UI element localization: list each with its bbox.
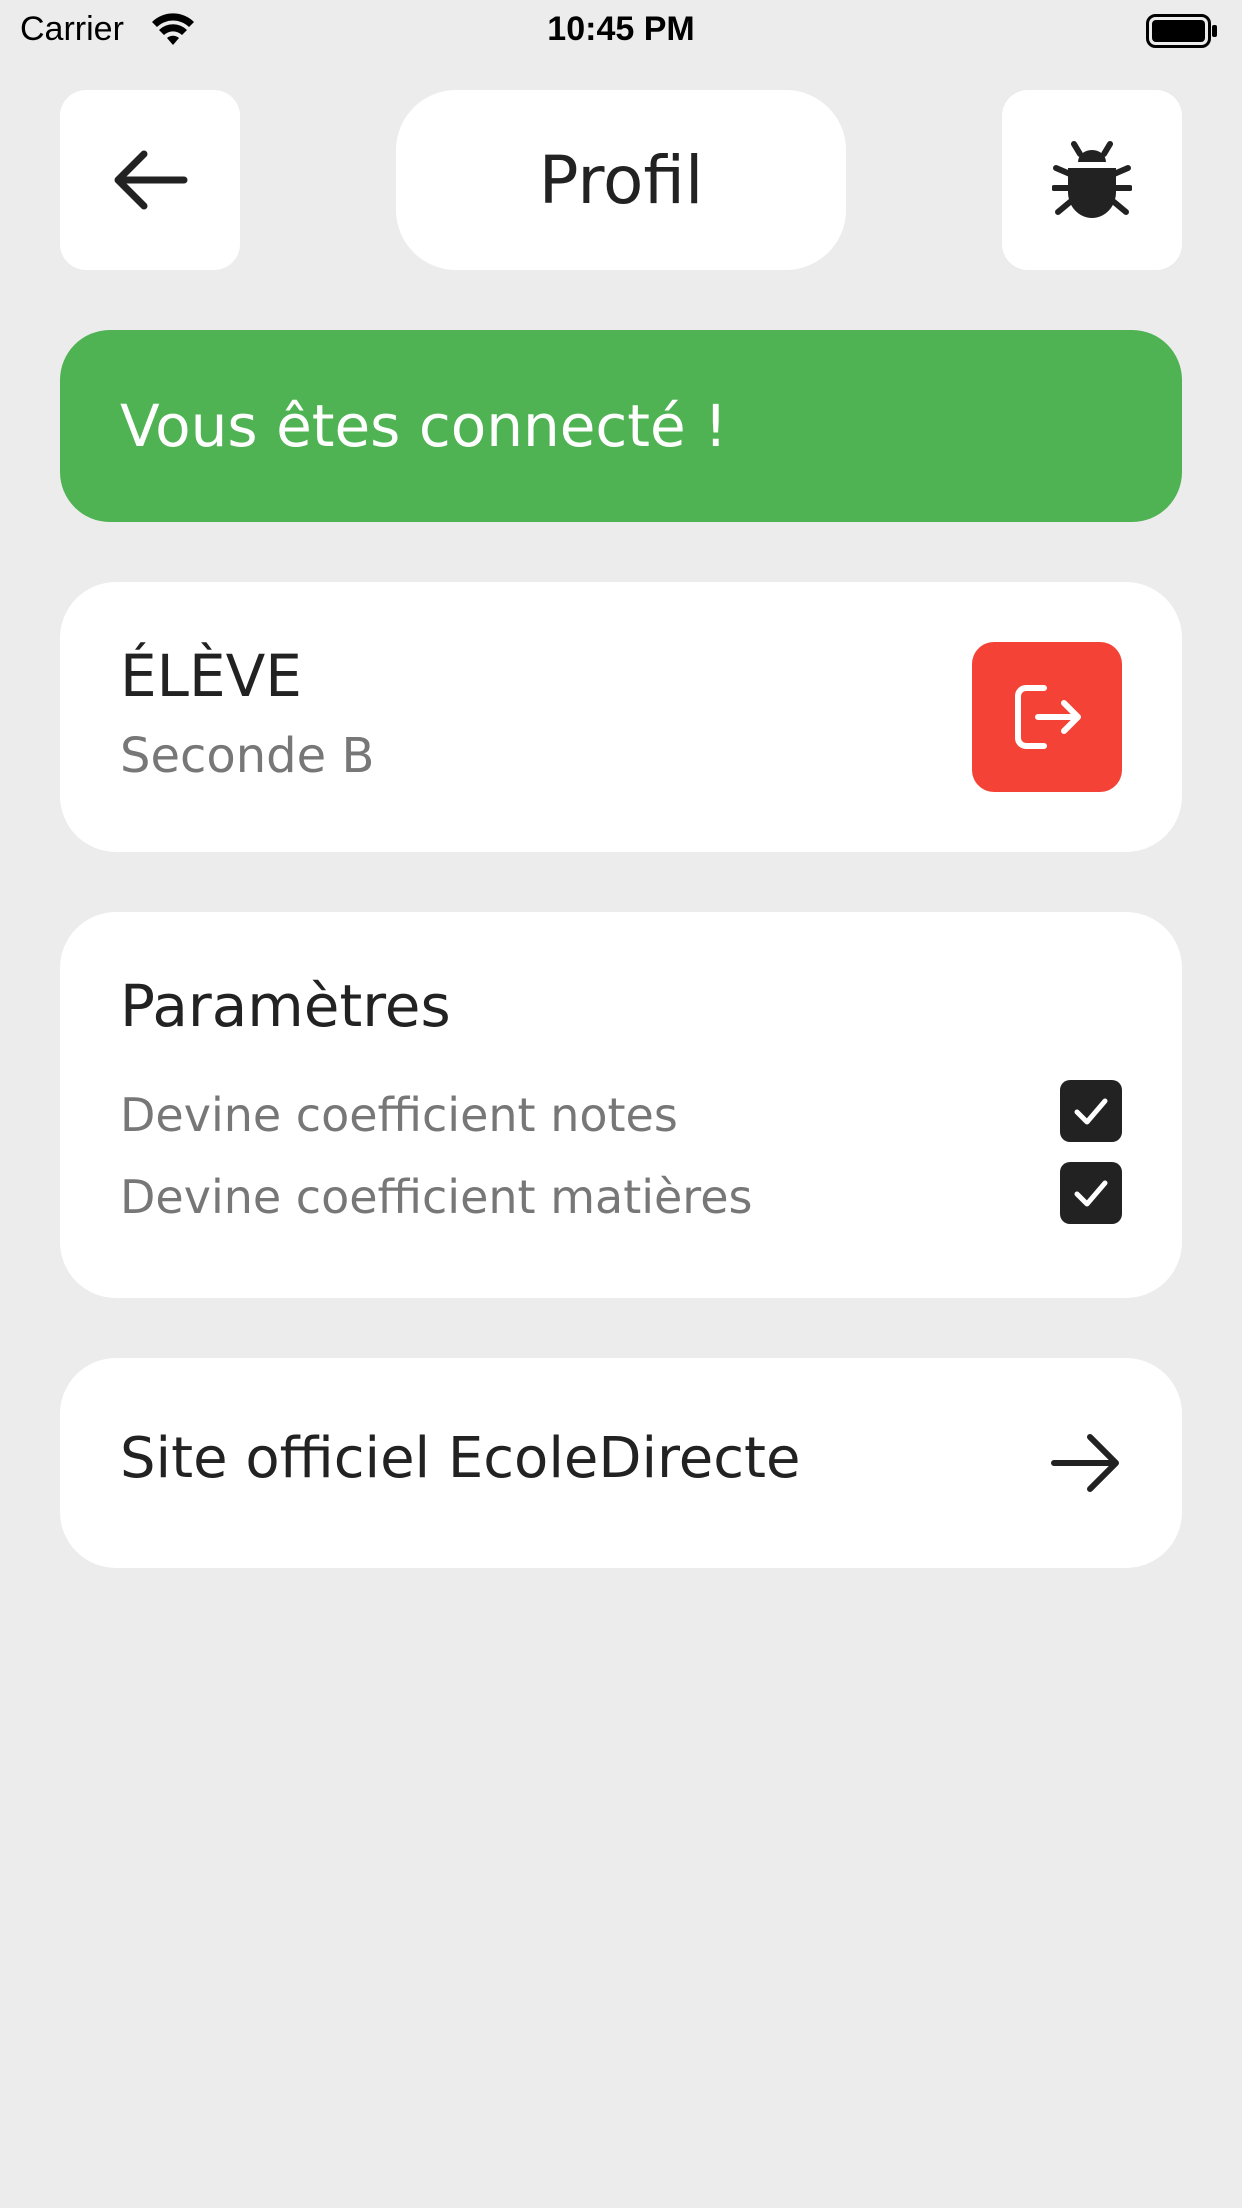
status-bar: Carrier 10:45 PM xyxy=(0,0,1242,60)
student-class-label: Seconde B xyxy=(120,728,375,784)
battery-icon xyxy=(1146,14,1217,48)
arrow-left-icon xyxy=(114,150,188,210)
debug-button[interactable] xyxy=(1002,90,1182,270)
connection-status-banner: Vous êtes connecté ! xyxy=(60,330,1182,522)
checkmark-icon xyxy=(1074,1098,1108,1125)
setting-row-guess-grade-coefficient[interactable]: Devine coefficient notes xyxy=(120,1080,1122,1150)
official-site-link[interactable]: Site officiel EcoleDirecte xyxy=(60,1358,1182,1568)
setting-row-guess-subject-coefficient[interactable]: Devine coefficient matières xyxy=(120,1162,1122,1232)
page-title: Profil xyxy=(396,90,846,270)
setting-label: Devine coefficient matières xyxy=(120,1170,753,1224)
back-button[interactable] xyxy=(60,90,240,270)
clock: 10:45 PM xyxy=(547,10,695,48)
bug-icon xyxy=(1052,141,1132,218)
guess-grade-coefficient-checkbox[interactable] xyxy=(1060,1080,1122,1142)
guess-subject-coefficient-checkbox[interactable] xyxy=(1060,1162,1122,1224)
connection-status-text: Vous êtes connecté ! xyxy=(120,392,728,460)
setting-label: Devine coefficient notes xyxy=(120,1088,678,1142)
checkmark-icon xyxy=(1074,1180,1108,1207)
logout-button[interactable] xyxy=(972,642,1122,792)
settings-title: Paramètres xyxy=(120,972,451,1040)
logout-icon xyxy=(1015,685,1081,749)
arrow-right-icon xyxy=(1051,1434,1119,1492)
official-site-link-label: Site officiel EcoleDirecte xyxy=(120,1426,801,1491)
student-card: ÉLÈVE Seconde B xyxy=(60,582,1182,852)
student-type-label: ÉLÈVE xyxy=(120,642,302,710)
settings-card: Paramètres Devine coefficient notes Devi… xyxy=(60,912,1182,1298)
